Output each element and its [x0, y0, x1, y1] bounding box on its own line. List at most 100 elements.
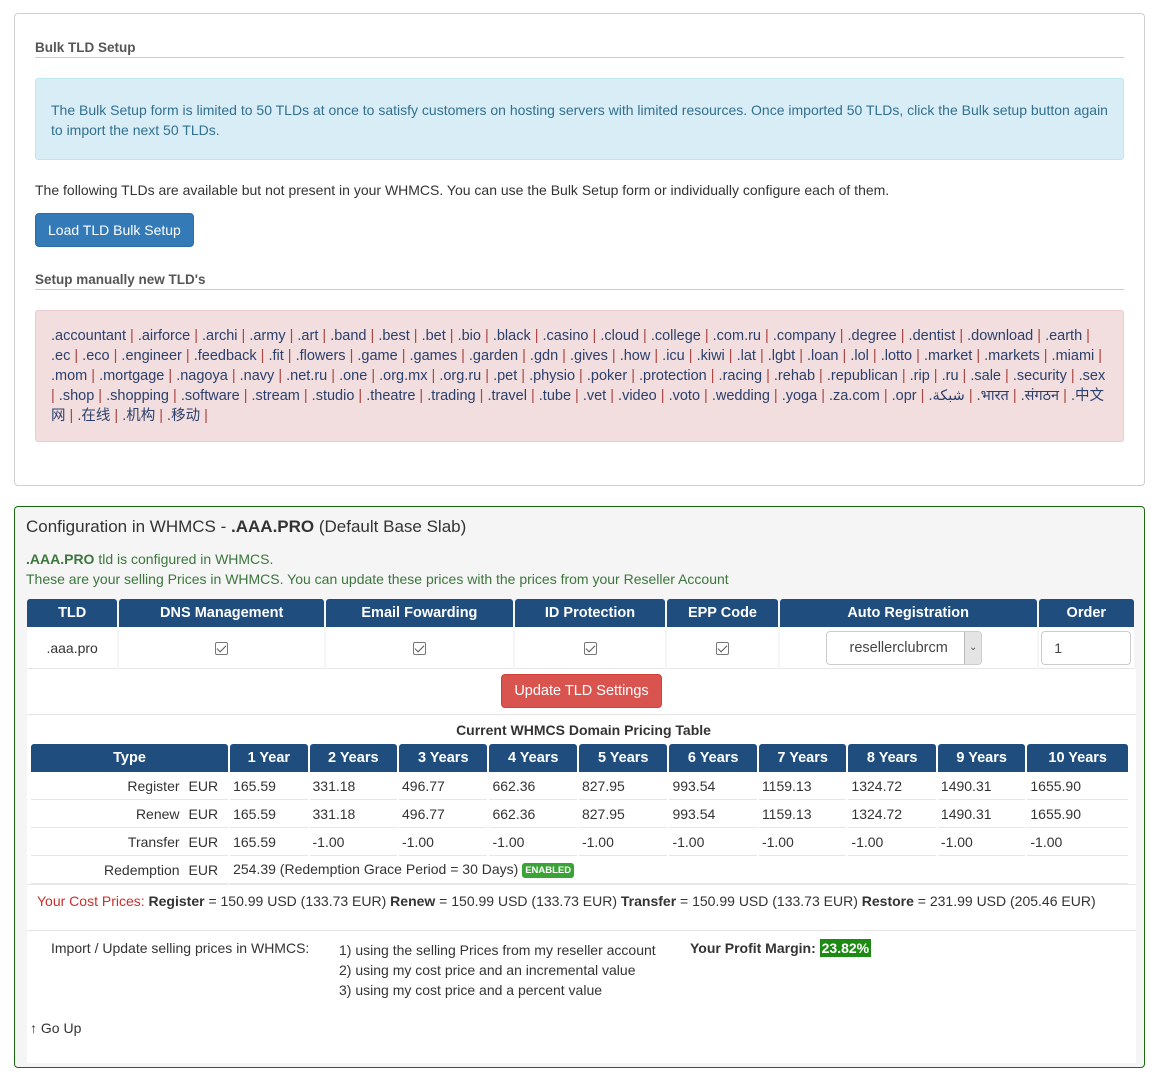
tld-link[interactable]: .lol — [850, 348, 869, 364]
tld-link[interactable]: .security — [1013, 368, 1067, 384]
tld-link[interactable]: .games — [410, 348, 458, 364]
tld-link[interactable]: .sex — [1079, 368, 1106, 384]
tld-link[interactable]: .संगठन — [1021, 388, 1059, 404]
tld-link[interactable]: .engineer — [121, 348, 181, 364]
tld-link[interactable]: .com.ru — [713, 328, 761, 344]
id-protection-checkbox[interactable] — [583, 642, 597, 656]
tld-link[interactable]: .navy — [240, 368, 275, 384]
tld-link[interactable]: .game — [357, 348, 397, 364]
tld-link[interactable]: .black — [493, 328, 531, 344]
tld-link[interactable]: .college — [651, 328, 701, 344]
tld-link[interactable]: .best — [378, 328, 409, 344]
tld-link[interactable]: .art — [297, 328, 318, 344]
epp-code-checkbox[interactable] — [715, 642, 729, 656]
tld-link[interactable]: .eco — [82, 348, 109, 364]
tld-link[interactable]: .org.ru — [439, 368, 481, 384]
tld-link[interactable]: .lgbt — [768, 348, 795, 364]
tld-link[interactable]: .studio — [312, 388, 355, 404]
tld-link[interactable]: .markets — [984, 348, 1040, 364]
tld-link[interactable]: .how — [620, 348, 651, 364]
tld-link[interactable]: .rip — [910, 368, 930, 384]
tld-link[interactable]: .vet — [583, 388, 606, 404]
tld-link[interactable]: .pet — [493, 368, 517, 384]
import-option-percent[interactable]: 3) using my cost price and a percent val… — [339, 980, 656, 1000]
tld-link[interactable]: .lat — [737, 348, 756, 364]
tld-link[interactable]: .net.ru — [286, 368, 327, 384]
tld-link[interactable]: .casino — [543, 328, 589, 344]
tld-link[interactable]: .机构 — [122, 408, 155, 424]
tld-link[interactable]: .archi — [202, 328, 237, 344]
tld-link[interactable]: .protection — [639, 368, 707, 384]
tld-link[interactable]: .army — [249, 328, 285, 344]
tld-link[interactable]: .在线 — [77, 408, 110, 424]
load-tld-bulk-setup-button[interactable]: Load TLD Bulk Setup — [35, 213, 194, 247]
tld-link[interactable]: .dentist — [909, 328, 956, 344]
price-currency: EUR — [188, 861, 219, 878]
config-note-line1: tld is configured in WHMCS. — [94, 551, 274, 567]
tld-link[interactable]: .airforce — [138, 328, 190, 344]
import-option-reseller-prices[interactable]: 1) using the selling Prices from my rese… — [339, 940, 656, 960]
tld-link[interactable]: .theatre — [366, 388, 415, 404]
order-input[interactable] — [1041, 630, 1132, 665]
update-tld-settings-button[interactable]: Update TLD Settings — [501, 674, 662, 708]
tld-link[interactable]: .band — [330, 328, 366, 344]
tld-link[interactable]: .accountant — [51, 328, 126, 344]
go-up-link[interactable]: ↑ Go Up — [30, 1020, 81, 1036]
tld-link[interactable]: .racing — [719, 368, 763, 384]
tld-link[interactable]: .nagoya — [176, 368, 228, 384]
tld-link[interactable]: .market — [924, 348, 972, 364]
tld-link[interactable]: .cloud — [600, 328, 639, 344]
tld-link[interactable]: .za.com — [829, 388, 880, 404]
tld-link[interactable]: .移动 — [167, 408, 200, 424]
tld-link[interactable]: .kiwi — [697, 348, 725, 364]
tld-link[interactable]: .feedback — [194, 348, 257, 364]
tld-link[interactable]: .شبكة — [928, 388, 964, 404]
tld-link[interactable]: .rehab — [774, 368, 815, 384]
tld-link[interactable]: .download — [967, 328, 1033, 344]
tld-link[interactable]: .garden — [469, 348, 518, 364]
email-forwarding-checkbox[interactable] — [412, 642, 426, 656]
tld-link[interactable]: .loan — [807, 348, 838, 364]
tld-link[interactable]: .sale — [970, 368, 1001, 384]
tld-link[interactable]: .org.mx — [379, 368, 427, 384]
tld-link[interactable]: .bio — [458, 328, 481, 344]
tld-link[interactable]: .gdn — [530, 348, 558, 364]
tld-link[interactable]: .physio — [529, 368, 575, 384]
tld-link[interactable]: .fit — [268, 348, 283, 364]
tld-link[interactable]: .video — [618, 388, 657, 404]
auto-registration-select[interactable]: resellerclubrcm ⌄ — [826, 630, 983, 665]
tld-link[interactable]: .miami — [1052, 348, 1095, 364]
tld-link[interactable]: .voto — [669, 388, 700, 404]
tld-link[interactable]: .software — [181, 388, 240, 404]
tld-link[interactable]: .icu — [662, 348, 685, 364]
tld-link[interactable]: .mortgage — [99, 368, 164, 384]
tld-link[interactable]: .भारत — [977, 388, 1009, 404]
price-cell: 1324.72 — [848, 772, 936, 800]
tld-link[interactable]: .poker — [587, 368, 627, 384]
tld-link[interactable]: .stream — [252, 388, 300, 404]
tld-separator: | — [125, 328, 138, 344]
tld-link[interactable]: .shop — [59, 388, 94, 404]
tld-link[interactable]: .gives — [570, 348, 608, 364]
tld-link[interactable]: .opr — [892, 388, 917, 404]
dns-management-checkbox[interactable] — [215, 642, 229, 656]
tld-link[interactable]: .bet — [422, 328, 446, 344]
tld-link[interactable]: .lotto — [881, 348, 912, 364]
price-type: Renew — [135, 805, 180, 822]
tld-link[interactable]: .travel — [487, 388, 527, 404]
tld-link[interactable]: .degree — [848, 328, 897, 344]
import-option-incremental[interactable]: 2) using my cost price and an incrementa… — [339, 960, 656, 980]
tld-link[interactable]: .wedding — [712, 388, 770, 404]
tld-link[interactable]: .one — [339, 368, 367, 384]
tld-link[interactable]: .trading — [427, 388, 475, 404]
tld-link[interactable]: .flowers — [296, 348, 346, 364]
tld-link[interactable]: .ec — [51, 348, 70, 364]
tld-link[interactable]: .mom — [51, 368, 87, 384]
tld-link[interactable]: .company — [773, 328, 836, 344]
tld-link[interactable]: .yoga — [782, 388, 817, 404]
tld-link[interactable]: .republican — [827, 368, 898, 384]
tld-link[interactable]: .ru — [942, 368, 959, 384]
tld-link[interactable]: .earth — [1045, 328, 1082, 344]
tld-link[interactable]: .tube — [539, 388, 571, 404]
tld-link[interactable]: .shopping — [106, 388, 169, 404]
